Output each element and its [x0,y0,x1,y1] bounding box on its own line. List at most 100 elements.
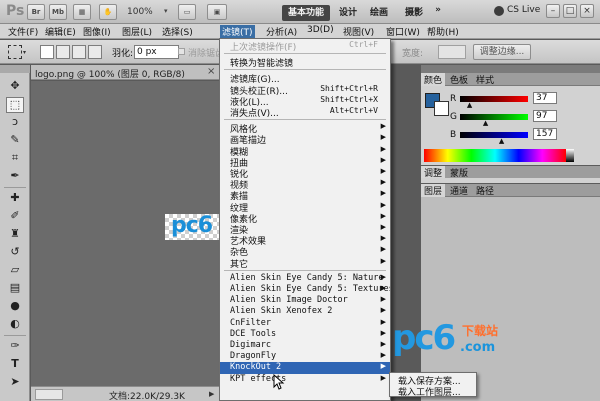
more-workspaces-button[interactable]: » [432,5,444,21]
filter-menu-item[interactable]: 上次滤镜操作(F) Ctrl+F [220,40,390,52]
filter-menu-item[interactable]: 视频 ▶ [220,178,390,190]
close-icon[interactable]: × [580,4,594,18]
bridge-icon[interactable]: Br [27,4,45,20]
filter-menu-item[interactable]: 其它 ▶ [220,257,390,269]
filter-menu-item[interactable]: DCE Tools ▶ [220,329,390,341]
menu-layer[interactable]: 图层(L) [120,25,154,38]
status-menu-icon[interactable]: ▶ [209,390,214,398]
lasso-tool-icon[interactable]: ↄ [6,115,24,131]
move-tool-icon[interactable]: ✥ [6,79,24,95]
menu-filter[interactable]: 滤镜(T) [220,25,255,38]
channel-b-slider-thumb[interactable]: ▲ [499,137,504,145]
channel-g-slider[interactable] [460,114,528,120]
filter-menu-item[interactable]: 扭曲 ▶ [220,156,390,168]
filter-menu-item[interactable]: 艺术效果 ▶ [220,234,390,246]
quick-selection-tool-icon[interactable]: ✎ [6,133,24,149]
dodge-tool-icon[interactable]: ◐ [6,317,24,333]
menu-3d[interactable]: 3D(D) [305,25,336,38]
brush-tool-icon[interactable]: ✐ [6,209,24,225]
tab-paths[interactable]: 路径 [473,184,497,197]
marquee-preset-icon[interactable] [8,45,22,59]
panel-dock-header[interactable] [421,65,600,73]
status-zoom-field[interactable] [35,389,63,400]
cs-live-button[interactable]: CS Live [507,5,540,19]
eraser-tool-icon[interactable]: ▱ [6,263,24,279]
tab-layers[interactable]: 图层 [421,184,446,197]
filter-menu-item[interactable]: DragonFly ▶ [220,351,390,363]
gradient-tool-icon[interactable]: ▤ [6,281,24,297]
workspace-design-button[interactable]: 设计 [336,5,360,21]
filter-menu-item[interactable]: CnFilter ▶ [220,318,390,330]
filter-menu-item[interactable]: 模糊 ▶ [220,145,390,157]
filter-menu-item[interactable]: KPT effects ▶ [220,374,390,386]
filter-menu-item[interactable]: Alien Skin Eye Candy 5: Textures ▶ [220,284,390,296]
menu-file[interactable]: 文件(F) [6,25,40,38]
subtract-selection-icon[interactable] [72,45,86,59]
document-close-icon[interactable]: × [207,66,215,77]
black-white-ramp[interactable] [566,149,574,162]
filter-menu-item[interactable]: 渲染 ▶ [220,223,390,235]
filter-menu-item[interactable]: 像素化 ▶ [220,212,390,224]
channel-r-slider-thumb[interactable]: ▲ [467,101,472,109]
filter-menu-item[interactable]: 锐化 ▶ [220,167,390,179]
add-selection-icon[interactable] [56,45,70,59]
filter-menu-item[interactable]: Alien Skin Eye Candy 5: Nature ▶ [220,273,390,285]
type-tool-icon[interactable]: T [6,357,24,373]
preset-dropdown-icon[interactable]: ▾ [23,49,26,56]
tab-channels[interactable]: 通道 [447,184,471,197]
tab-styles[interactable]: 样式 [473,73,497,86]
channel-g-input[interactable]: 97 [533,110,557,122]
filter-menu-item[interactable]: 液化(L)... Shift+Ctrl+X [220,95,390,107]
maximize-icon[interactable]: □ [563,4,577,18]
mini-bridge-icon[interactable]: Mb [49,4,67,20]
intersect-selection-icon[interactable] [88,45,102,59]
filter-menu-item[interactable]: 转换为智能滤镜 [220,56,390,68]
pen-tool-icon[interactable]: ✑ [6,339,24,355]
channel-b-input[interactable]: 157 [533,128,557,140]
filter-menu-item[interactable]: 画笔描边 ▶ [220,133,390,145]
workspace-essentials-button[interactable]: 基本功能 [282,5,330,21]
workspace-painting-button[interactable]: 绘画 [367,5,391,21]
tab-color[interactable]: 颜色 [421,73,446,86]
menu-select[interactable]: 选择(S) [160,25,195,38]
background-color-swatch[interactable] [434,101,449,116]
filter-menu-item[interactable]: 杂色 ▶ [220,245,390,257]
menu-image[interactable]: 图像(I) [81,25,113,38]
menu-analysis[interactable]: 分析(A) [264,25,299,38]
document-tab[interactable]: logo.png @ 100% (图层 0, RGB/8) × [31,65,219,80]
channel-g-slider-thumb[interactable]: ▲ [483,119,488,127]
channel-r-input[interactable]: 37 [533,92,557,104]
healing-brush-tool-icon[interactable]: ✚ [6,191,24,207]
tools-panel-header[interactable] [0,65,30,73]
eyedropper-tool-icon[interactable]: ✒ [6,169,24,185]
path-selection-tool-icon[interactable]: ➤ [6,375,24,391]
filter-menu-item[interactable]: 滤镜库(G)... [220,72,390,84]
menu-edit[interactable]: 编辑(E) [43,25,78,38]
filter-menu-item[interactable]: Alien Skin Xenofex 2 ▶ [220,306,390,318]
filter-menu-item[interactable]: KnockOut 2 ▶ [220,362,390,375]
submenu-load-working-layer[interactable]: 载入工作图层... [398,385,461,398]
antialias-checkbox[interactable] [178,48,185,55]
screen-mode-icon[interactable]: ▭ [178,4,196,20]
cs-live-icon[interactable] [494,6,504,16]
filter-menu-item[interactable]: 消失点(V)... Alt+Ctrl+V [220,106,390,118]
arrange-documents-icon[interactable]: ▣ [207,4,227,20]
history-brush-tool-icon[interactable]: ↺ [6,245,24,261]
marquee-tool-icon[interactable]: ⬚ [6,97,24,113]
minimize-icon[interactable]: – [546,4,560,18]
zoom-level-field[interactable]: 100% [127,5,163,19]
width-input[interactable] [438,45,466,59]
zoom-dropdown-icon[interactable]: ▾ [164,7,168,15]
crop-tool-icon[interactable]: ⌗ [6,151,24,167]
color-spectrum-bar[interactable] [424,149,566,162]
tab-swatches[interactable]: 色板 [447,73,471,86]
filter-menu-item[interactable]: Alien Skin Image Doctor ▶ [220,295,390,307]
workspace-photography-button[interactable]: 摄影 [402,5,426,21]
filter-menu-item[interactable]: 素描 ▶ [220,189,390,201]
menu-window[interactable]: 窗口(W) [384,25,422,38]
filter-menu-item[interactable]: 纹理 ▶ [220,201,390,213]
clone-stamp-tool-icon[interactable]: ♜ [6,227,24,243]
channel-b-slider[interactable] [460,132,528,138]
submenu-load-saved-scheme[interactable]: 载入保存方案... [398,374,461,387]
refine-edge-button[interactable]: 调整边缘... [473,44,531,60]
